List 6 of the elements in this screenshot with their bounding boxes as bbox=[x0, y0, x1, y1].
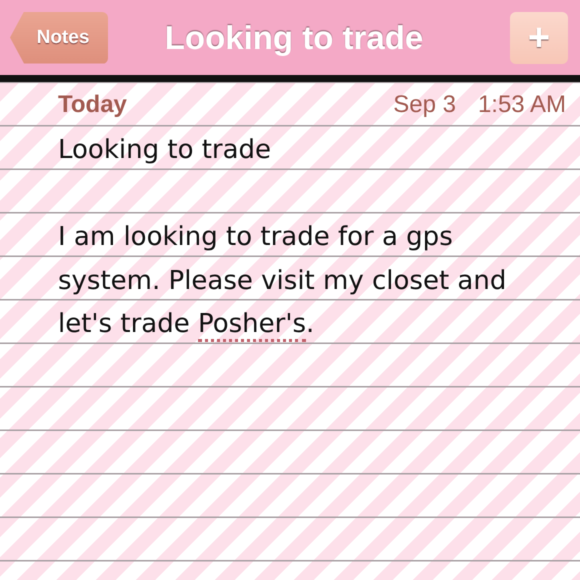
note-text[interactable]: Looking to trade bbox=[58, 129, 550, 172]
note-time: 1:53 AM bbox=[478, 90, 566, 118]
window-title: Looking to trade bbox=[164, 18, 424, 56]
note-date: Sep 3 bbox=[393, 90, 456, 118]
note-text[interactable]: I am looking to trade for a gps system. Please visit my closet and let's trade Posher's. bbox=[58, 216, 550, 346]
note-day: Today bbox=[58, 90, 394, 118]
